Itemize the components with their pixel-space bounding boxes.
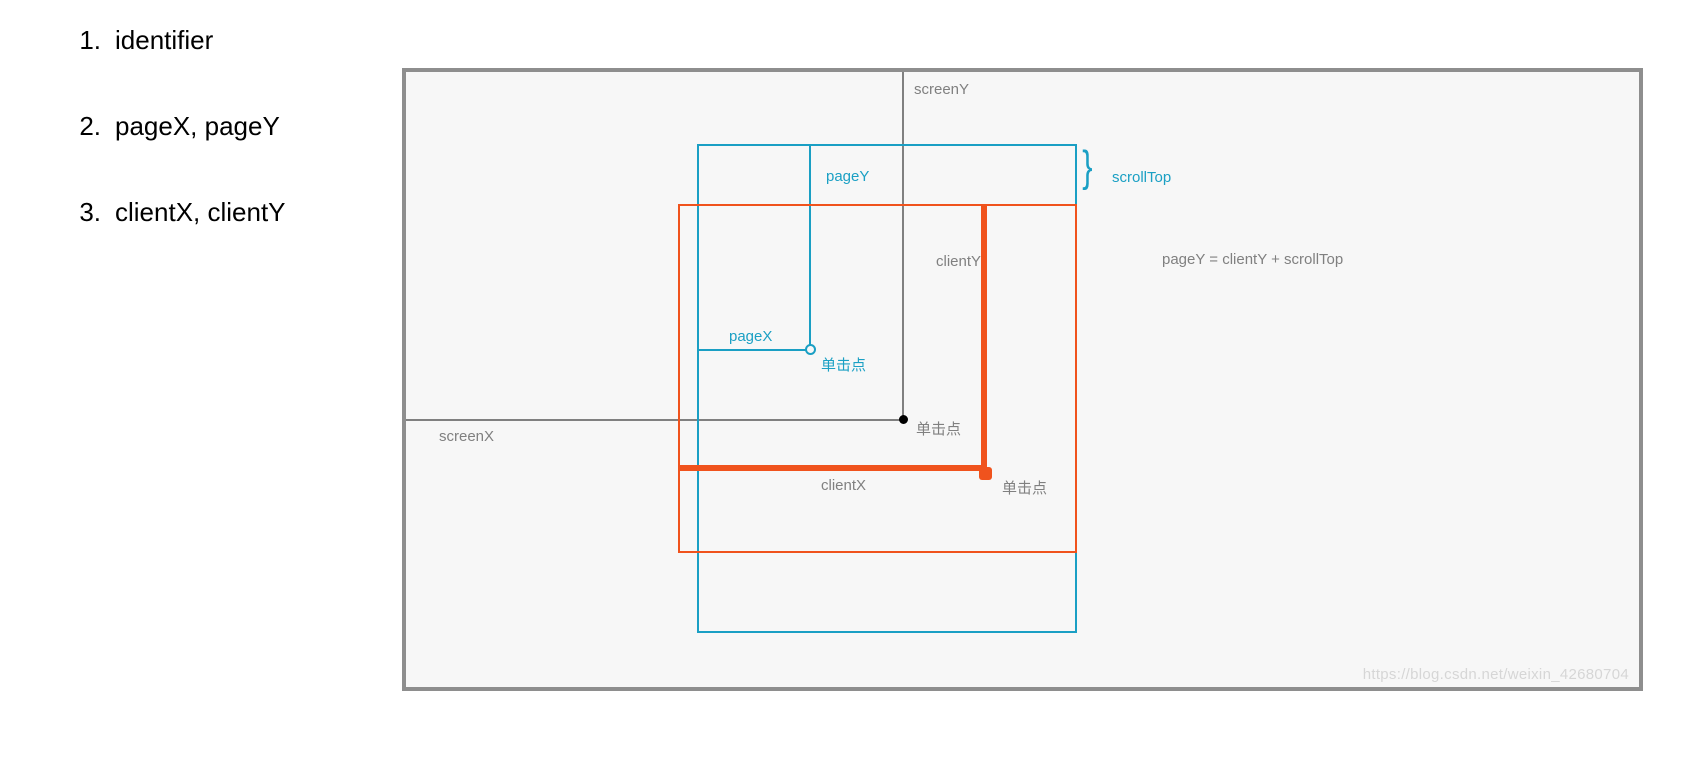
- client-click-label: 单击点: [1002, 477, 1047, 498]
- screen-x-label: screenX: [439, 428, 494, 445]
- client-y-line: [981, 206, 987, 465]
- client-y-label: clientY: [936, 253, 981, 270]
- list-label: identifier: [115, 25, 213, 56]
- formula-label: pageY = clientY + scrollTop: [1162, 251, 1343, 268]
- page-y-label: pageY: [826, 168, 869, 185]
- scrolltop-label: scrollTop: [1112, 169, 1171, 186]
- list-number: 2.: [70, 111, 115, 142]
- list-item: 2. pageX, pageY: [70, 111, 286, 142]
- list-number: 1.: [70, 25, 115, 56]
- list-label: clientX, clientY: [115, 197, 286, 228]
- client-x-label: clientX: [821, 477, 866, 494]
- list-item: 1. identifier: [70, 25, 286, 56]
- list-item: 3. clientX, clientY: [70, 197, 286, 228]
- client-click-dot: [979, 467, 992, 480]
- screen-y-label: screenY: [914, 81, 969, 98]
- scrolltop-brace: }: [1082, 142, 1092, 192]
- list-number: 3.: [70, 197, 115, 228]
- property-list: 1. identifier 2. pageX, pageY 3. clientX…: [70, 25, 286, 283]
- coordinate-diagram: screenY screenX 单击点 pageY pageX 单击点 clie…: [402, 68, 1643, 691]
- client-rect: [678, 204, 1077, 553]
- client-x-line: [680, 465, 987, 471]
- watermark: https://blog.csdn.net/weixin_42680704: [1363, 666, 1629, 683]
- list-label: pageX, pageY: [115, 111, 280, 142]
